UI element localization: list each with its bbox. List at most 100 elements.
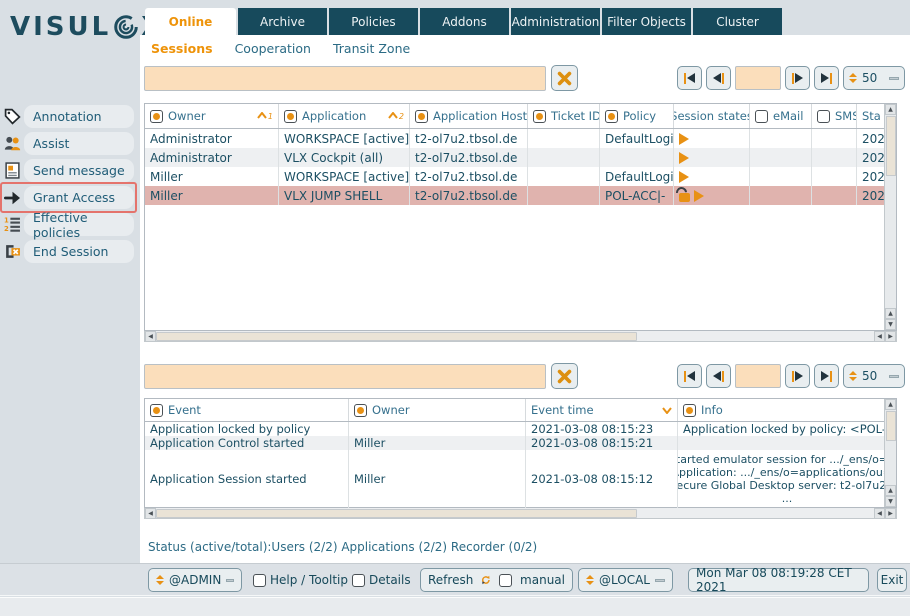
scroll-thumb[interactable] [156, 509, 637, 518]
session-filter-clear-button[interactable] [551, 65, 578, 91]
tab-online[interactable]: Online [145, 8, 236, 36]
scroll-thumb[interactable] [156, 332, 637, 341]
column-checkbox-icon[interactable] [755, 110, 768, 123]
tab-addons[interactable]: Addons [418, 8, 509, 35]
scroll-right-icon[interactable]: ▶ [885, 508, 896, 519]
exit-button[interactable]: Exit [877, 568, 907, 592]
column-filter-radio-icon[interactable] [683, 404, 696, 417]
tab-archive[interactable]: Archive [236, 8, 327, 35]
events-table-header: Event Owner Event time Info [145, 399, 896, 422]
column-header-policy[interactable]: Policy [600, 104, 674, 128]
sidebar-item-send-message[interactable]: Send message [0, 159, 140, 182]
column-filter-radio-icon[interactable] [415, 110, 428, 123]
events-horizontal-scrollbar[interactable]: ◀ ◀ ▶ [144, 508, 897, 519]
sidebar-item-annotation[interactable]: Annotation [0, 105, 140, 128]
sidebar-item-assist[interactable]: Assist [0, 132, 140, 155]
last-page-button[interactable] [814, 364, 839, 388]
session-row[interactable]: Administrator WORKSPACE [active] t2-ol7u… [145, 129, 896, 148]
event-page-size-select[interactable]: 50 [843, 364, 905, 388]
scroll-left-icon[interactable]: ◀ [145, 508, 156, 519]
scroll-thumb[interactable] [886, 411, 896, 441]
datetime-button[interactable]: Mon Mar 08 08:19:28 CET 2021 [688, 568, 869, 592]
scroll-down-icon[interactable]: ▼ [885, 496, 896, 507]
last-page-button[interactable] [814, 66, 839, 90]
sidebar-item-end-session[interactable]: End Session [0, 240, 140, 263]
prev-page-icon [713, 73, 721, 83]
details-checkbox[interactable]: Details [352, 573, 411, 587]
column-header-owner[interactable]: Owner 1 [145, 104, 279, 128]
sidebar-item-effective-policies[interactable]: 12 Effective policies [0, 213, 140, 236]
column-filter-radio-icon[interactable] [150, 110, 163, 123]
column-header-info[interactable]: Info [678, 399, 896, 421]
checkbox-icon[interactable] [253, 574, 266, 587]
session-page-input[interactable] [735, 66, 781, 90]
session-row[interactable]: Administrator VLX Cockpit (all) t2-ol7u2… [145, 148, 896, 167]
session-row[interactable]: Miller WORKSPACE [active] t2-ol7u2.tbsol… [145, 167, 896, 186]
scroll-down-icon[interactable]: ▼ [885, 319, 896, 330]
column-header-event[interactable]: Event [145, 399, 349, 421]
prev-page-button[interactable] [706, 364, 731, 388]
event-row[interactable]: Application locked by policy 2021-03-08 … [145, 422, 896, 436]
subtab-transit-zone[interactable]: Transit Zone [333, 41, 410, 56]
column-filter-radio-icon[interactable] [284, 110, 297, 123]
scroll-right-icon[interactable]: ▶ [885, 331, 896, 342]
next-page-button[interactable] [785, 66, 810, 90]
column-header-ticket-id[interactable]: Ticket ID [528, 104, 600, 128]
event-filter-clear-button[interactable] [551, 363, 578, 389]
local-dropdown[interactable]: @LOCAL [578, 568, 673, 592]
column-header-application-host[interactable]: Application Host [410, 104, 528, 128]
scroll-up-icon[interactable]: ▲ [885, 399, 896, 410]
sessions-horizontal-scrollbar[interactable]: ◀ ◀ ▶ [144, 331, 897, 342]
session-filter-input[interactable] [144, 66, 546, 91]
last-page-icon [821, 73, 829, 83]
sort-asc-icon: 1 [257, 112, 273, 121]
tab-cluster[interactable]: Cluster [691, 8, 782, 35]
tab-filter-objects[interactable]: Filter Objects [600, 8, 691, 35]
next-page-button[interactable] [785, 364, 810, 388]
first-page-button[interactable] [677, 364, 702, 388]
event-page-input[interactable] [735, 364, 781, 388]
first-page-button[interactable] [677, 66, 702, 90]
tab-policies[interactable]: Policies [327, 8, 418, 35]
scroll-up-icon[interactable]: ▲ [885, 485, 896, 496]
column-filter-radio-icon[interactable] [533, 110, 546, 123]
column-header-event-time[interactable]: Event time [526, 399, 678, 421]
subtab-cooperation[interactable]: Cooperation [235, 41, 311, 56]
scroll-thumb[interactable] [886, 116, 896, 176]
manual-checkbox-icon[interactable] [499, 574, 512, 587]
scroll-left-icon[interactable]: ◀ [874, 331, 885, 342]
status-bar: Status (active/total):Users (2/2) Applic… [148, 540, 537, 554]
grant-access-icon [0, 191, 24, 205]
scroll-left-icon[interactable]: ◀ [145, 331, 156, 342]
sessions-vertical-scrollbar[interactable]: ▲ ▲ ▼ [884, 104, 896, 330]
scroll-up-icon[interactable]: ▲ [885, 104, 896, 115]
help-tooltip-checkbox[interactable]: Help / Tooltip [253, 573, 348, 587]
column-header-email[interactable]: eMail [750, 104, 812, 128]
column-checkbox-icon[interactable] [817, 110, 830, 123]
subtab-sessions[interactable]: Sessions [151, 41, 213, 56]
column-filter-radio-icon[interactable] [605, 110, 618, 123]
prev-page-button[interactable] [706, 66, 731, 90]
session-page-size-select[interactable]: 50 [843, 66, 905, 90]
column-header-event-owner[interactable]: Owner [349, 399, 526, 421]
event-row[interactable]: Application Control started Miller 2021-… [145, 436, 896, 450]
column-filter-radio-icon[interactable] [150, 404, 163, 417]
admin-dropdown[interactable]: @ADMIN [148, 568, 242, 592]
checkbox-icon[interactable] [352, 574, 365, 587]
event-filter-input[interactable] [144, 364, 546, 389]
column-header-sms[interactable]: SMS [812, 104, 857, 128]
spinner-updown-icon [156, 575, 164, 585]
scroll-left-icon[interactable]: ◀ [874, 508, 885, 519]
sidebar-item-grant-access[interactable]: Grant Access [0, 186, 140, 209]
scroll-up-icon[interactable]: ▲ [885, 308, 896, 319]
events-vertical-scrollbar[interactable]: ▲ ▲ ▼ [884, 399, 896, 507]
session-row-selected[interactable]: Miller VLX JUMP SHELL t2-ol7u2.tbsol.de … [145, 186, 896, 205]
column-header-application[interactable]: Application 2 [279, 104, 410, 128]
event-row[interactable]: Application Session started Miller 2021-… [145, 450, 896, 508]
refresh-button[interactable]: Refresh [428, 573, 473, 587]
tab-administration[interactable]: Administration [509, 8, 600, 35]
sidebar-item-label: Effective policies [33, 210, 134, 240]
column-filter-radio-icon[interactable] [354, 404, 367, 417]
refresh-icon[interactable] [481, 572, 491, 588]
column-header-session-states[interactable]: Session states [674, 104, 750, 128]
